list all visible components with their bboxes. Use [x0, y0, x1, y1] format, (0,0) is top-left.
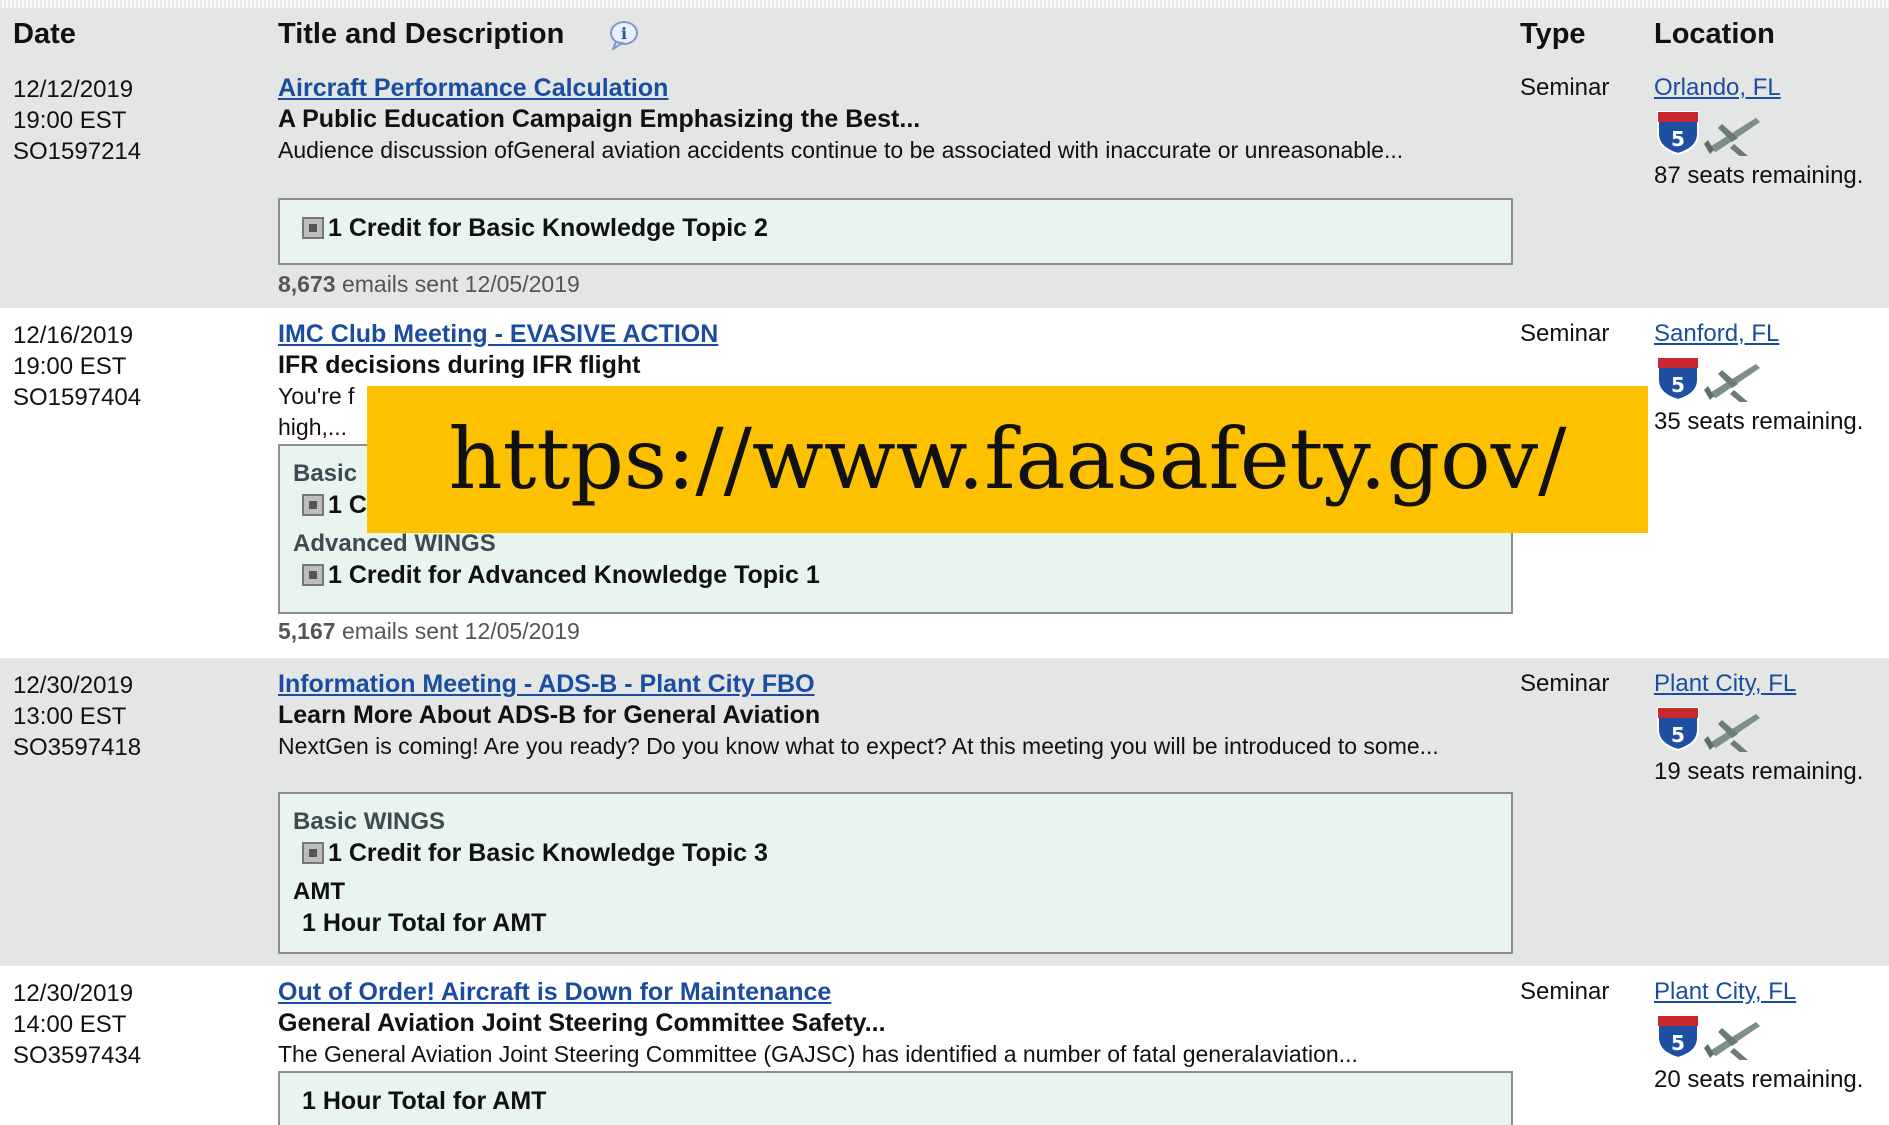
- seats-remaining: 35 seats remaining.: [1654, 408, 1864, 435]
- emails-text: emails sent 12/05/2019: [341, 618, 580, 644]
- top-border: [0, 0, 1889, 8]
- event-location-link[interactable]: Sanford, FL: [1654, 320, 1779, 348]
- info-icon[interactable]: i: [608, 20, 642, 50]
- header-location[interactable]: Location: [1654, 18, 1775, 51]
- location-icons: 5: [1657, 1015, 1760, 1060]
- airplane-icon: [1704, 714, 1760, 752]
- credit-checkbox-icon: [302, 217, 324, 239]
- credit-checkbox-icon: [302, 842, 324, 864]
- emails-count: 5,167: [278, 618, 336, 644]
- event-row: 12/30/2019 13:00 EST SO3597418 Informati…: [0, 658, 1889, 966]
- event-row: 12/30/2019 14:00 EST SO3597434 Out of Or…: [0, 966, 1889, 1125]
- event-time: 13:00 EST: [13, 703, 127, 730]
- event-date-cell: 12/30/2019 13:00 EST SO3597418: [13, 670, 141, 763]
- event-subtitle: General Aviation Joint Steering Committe…: [278, 1009, 886, 1037]
- event-id: SO1597214: [13, 138, 142, 165]
- event-time: 19:00 EST: [13, 107, 127, 134]
- event-type: Seminar: [1520, 670, 1610, 697]
- event-description: Audience discussion ofGeneral aviation a…: [278, 137, 1404, 163]
- credits-box: Basic WINGS 1 Credit for Basic Knowledge…: [278, 792, 1513, 954]
- svg-text:5: 5: [1671, 127, 1685, 151]
- url-overlay-banner: https://www.faasafety.gov/: [367, 386, 1648, 533]
- credit-item: 1 Credit for Basic Knowledge Topic 3: [302, 839, 768, 868]
- event-title-link[interactable]: Aircraft Performance Calculation: [278, 74, 668, 103]
- svg-text:5: 5: [1671, 723, 1685, 747]
- svg-text:i: i: [621, 24, 627, 43]
- header-type[interactable]: Type: [1520, 18, 1586, 51]
- credit-item: 1 Credit for Advanced Knowledge Topic 1: [302, 561, 820, 590]
- event-id: SO1597404: [13, 384, 142, 411]
- event-type: Seminar: [1520, 978, 1610, 1005]
- emails-sent: 5,167 emails sent 12/05/2019: [278, 618, 580, 645]
- event-time: 19:00 EST: [13, 353, 127, 380]
- emails-sent: 8,673 emails sent 12/05/2019: [278, 271, 580, 298]
- event-description: NextGen is coming! Are you ready? Do you…: [278, 733, 1439, 759]
- event-description: The General Aviation Joint Steering Comm…: [278, 1041, 1358, 1067]
- event-date-cell: 12/16/2019 19:00 EST SO1597404: [13, 320, 141, 413]
- event-id: SO3597434: [13, 1042, 142, 1069]
- event-title-link[interactable]: Out of Order! Aircraft is Down for Maint…: [278, 978, 831, 1007]
- event-location-link[interactable]: Plant City, FL: [1654, 978, 1796, 1006]
- seats-remaining: 87 seats remaining.: [1654, 162, 1864, 189]
- event-location-link[interactable]: Plant City, FL: [1654, 670, 1796, 698]
- credit-category: Basic WINGS: [293, 808, 446, 835]
- event-subtitle: Learn More About ADS-B for General Aviat…: [278, 701, 821, 729]
- location-icons: 5: [1657, 707, 1760, 752]
- event-type: Seminar: [1520, 320, 1610, 347]
- credit-item: 1 Hour Total for AMT: [302, 1087, 547, 1115]
- credit-item: 1 Hour Total for AMT: [302, 909, 547, 937]
- event-subtitle: A Public Education Campaign Emphasizing …: [278, 105, 921, 133]
- event-time: 14:00 EST: [13, 1011, 127, 1038]
- interstate-shield-icon: 5: [1657, 707, 1699, 752]
- event-date: 12/30/2019: [13, 980, 134, 1007]
- description-line: You're f: [278, 383, 355, 409]
- credit-category: Advanced WINGS: [293, 530, 496, 557]
- event-date: 12/16/2019: [13, 322, 134, 349]
- event-description: You're f high,...: [278, 381, 358, 443]
- credit-text: 1 C: [328, 491, 367, 519]
- seats-remaining: 19 seats remaining.: [1654, 758, 1864, 785]
- credit-category: AMT: [293, 878, 345, 905]
- credit-text: 1 Credit for Basic Knowledge Topic 2: [328, 214, 768, 242]
- airplane-icon: [1704, 364, 1760, 402]
- header-date[interactable]: Date: [13, 18, 76, 51]
- event-date: 12/30/2019: [13, 672, 134, 699]
- event-title-link[interactable]: Information Meeting - ADS-B - Plant City…: [278, 670, 815, 699]
- credit-checkbox-icon: [302, 564, 324, 586]
- event-row: 12/12/2019 19:00 EST SO1597214 Aircraft …: [0, 62, 1889, 308]
- emails-text: emails sent 12/05/2019: [341, 271, 580, 297]
- credit-text: 1 Credit for Advanced Knowledge Topic 1: [328, 561, 820, 589]
- event-date: 12/12/2019: [13, 76, 134, 103]
- credit-item: 1 C: [302, 491, 367, 520]
- interstate-shield-icon: 5: [1657, 1015, 1699, 1060]
- svg-text:5: 5: [1671, 373, 1685, 397]
- event-title-link[interactable]: IMC Club Meeting - EVASIVE ACTION: [278, 320, 718, 349]
- credits-box: 1 Credit for Basic Knowledge Topic 2: [278, 198, 1513, 265]
- table-header: Date Title and Description i Type Locati…: [0, 8, 1889, 62]
- svg-text:5: 5: [1671, 1031, 1685, 1055]
- event-location-link[interactable]: Orlando, FL: [1654, 74, 1781, 102]
- event-id: SO3597418: [13, 734, 142, 761]
- airplane-icon: [1704, 118, 1760, 156]
- interstate-shield-icon: 5: [1657, 357, 1699, 402]
- description-line: high,...: [278, 414, 348, 440]
- credit-checkbox-icon: [302, 494, 324, 516]
- airplane-icon: [1704, 1022, 1760, 1060]
- credit-category: Basic: [293, 460, 358, 487]
- location-icons: 5: [1657, 111, 1760, 156]
- interstate-shield-icon: 5: [1657, 111, 1699, 156]
- credit-text: 1 Credit for Basic Knowledge Topic 3: [328, 839, 768, 867]
- credits-box: 1 Hour Total for AMT: [278, 1071, 1513, 1125]
- header-title[interactable]: Title and Description: [278, 18, 564, 51]
- event-date-cell: 12/12/2019 19:00 EST SO1597214: [13, 74, 141, 167]
- seats-remaining: 20 seats remaining.: [1654, 1066, 1864, 1093]
- emails-count: 8,673: [278, 271, 336, 297]
- event-list-page: Date Title and Description i Type Locati…: [0, 0, 1889, 1125]
- event-type: Seminar: [1520, 74, 1610, 101]
- location-icons: 5: [1657, 357, 1760, 402]
- credit-item: 1 Credit for Basic Knowledge Topic 2: [302, 214, 768, 243]
- event-date-cell: 12/30/2019 14:00 EST SO3597434: [13, 978, 141, 1071]
- event-subtitle: IFR decisions during IFR flight: [278, 351, 641, 379]
